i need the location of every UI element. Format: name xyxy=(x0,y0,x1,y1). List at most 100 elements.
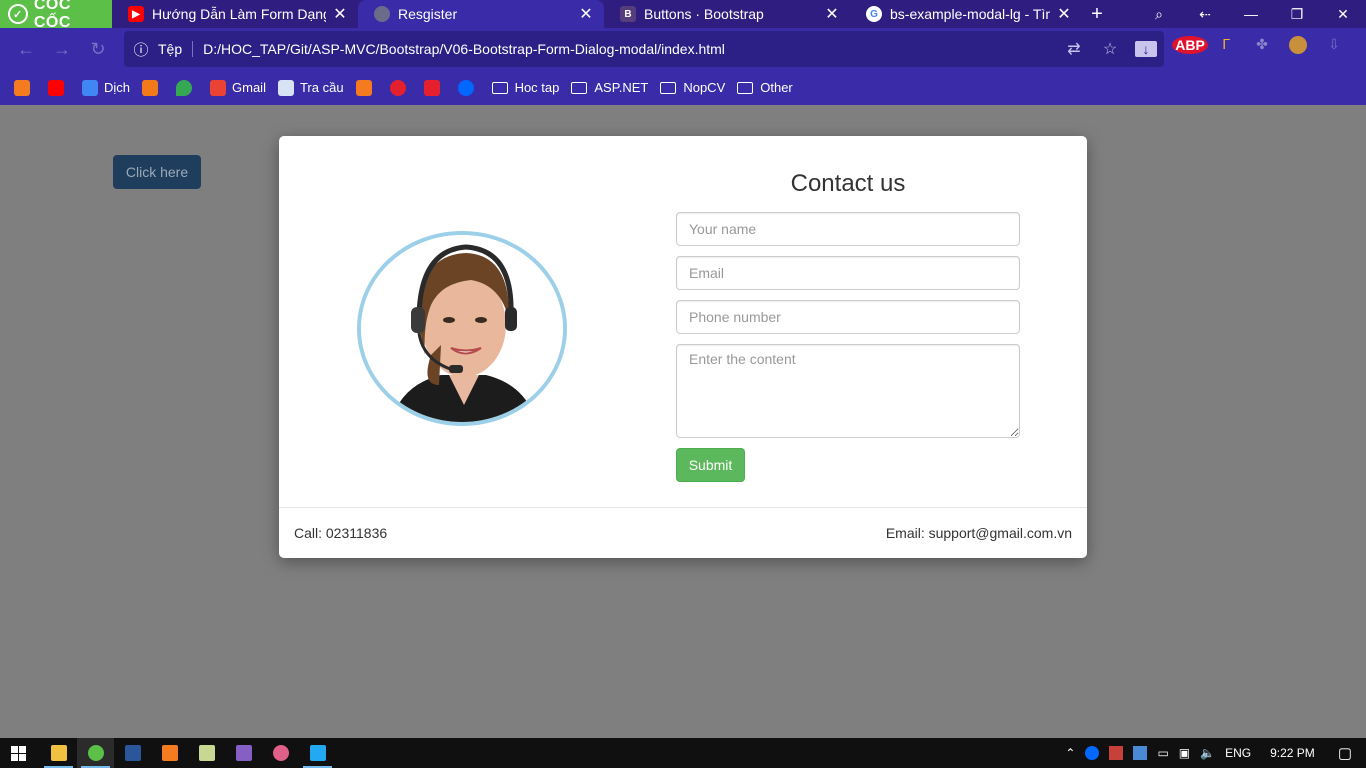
taskbar-notepad[interactable] xyxy=(188,738,225,768)
notification-icon[interactable]: ▢ xyxy=(1338,744,1352,762)
language-indicator[interactable]: ENG xyxy=(1225,746,1251,760)
system-tray: ⌃ ▭ ▣ 🔈 ENG 9:22 PM ▢ xyxy=(1060,744,1366,762)
play-icon xyxy=(142,79,159,96)
word-icon xyxy=(124,745,141,761)
open-modal-button[interactable]: Click here xyxy=(113,155,201,189)
window-controls: ⌕ ⇠ — ❐ ✕ xyxy=(1136,0,1366,28)
back-history-icon[interactable]: ⇠ xyxy=(1182,6,1228,23)
phone-input[interactable] xyxy=(676,300,1020,334)
tab-title: Resgister xyxy=(398,6,458,22)
bookmark-play[interactable] xyxy=(142,79,164,96)
page-viewport: Click here Contact us Your name Email Ph… xyxy=(0,105,1366,738)
tab-bootstrap-buttons[interactable]: B Buttons · Bootstrap ✕ xyxy=(604,0,850,28)
bookmarks-bar: Dịch Gmail Tra cầu Hoc tap ASP.NET NopCV… xyxy=(0,70,1366,105)
taskbar-file-explorer[interactable] xyxy=(40,738,77,768)
download-arrow-icon[interactable]: ↓ xyxy=(1135,41,1157,57)
url-text[interactable]: D:/HOC_TAP/Git/ASP-MVC/Bootstrap/V06-Boo… xyxy=(193,41,1056,57)
adblock-icon[interactable]: ABP xyxy=(1172,36,1208,57)
submit-button[interactable]: Submit xyxy=(676,448,745,482)
taskbar-coccoc[interactable] xyxy=(77,738,114,768)
back-arrow-icon[interactable]: ← xyxy=(8,39,44,60)
bookmark-zalo[interactable] xyxy=(457,79,480,96)
folder-label: ASP.NET xyxy=(594,80,649,95)
contact-modal: Contact us Submit Call: 02311836 Email: … xyxy=(279,136,1087,558)
tab-youtube[interactable]: ▶ Hướng Dẫn Làm Form Dạng ✕ xyxy=(112,0,358,28)
modal-title: Contact us xyxy=(790,170,906,197)
taskbar-app-orange[interactable] xyxy=(151,738,188,768)
reload-icon[interactable]: ↻ xyxy=(80,39,116,60)
plus-red-icon xyxy=(423,79,440,96)
download-icon[interactable]: ⇩ xyxy=(1316,36,1352,57)
bookmark-coccoc[interactable] xyxy=(14,79,36,96)
bookmark-plus[interactable] xyxy=(423,79,446,96)
tab-register[interactable]: Resgister ✕ xyxy=(358,0,604,28)
bookmark-maps[interactable] xyxy=(176,79,198,96)
folder-hoc-tap[interactable]: Hoc tap xyxy=(491,80,560,95)
folder-icon xyxy=(491,81,508,94)
coccoc-brand[interactable]: ✓ CỐC CỐC xyxy=(0,0,112,31)
windows-icon xyxy=(10,745,26,761)
info-icon[interactable]: ⓘ xyxy=(124,39,158,60)
lookup-icon xyxy=(277,79,294,96)
folder-other[interactable]: Other xyxy=(737,80,793,95)
taskbar-visual-studio[interactable] xyxy=(225,738,262,768)
bookmark-youtube[interactable] xyxy=(48,79,70,96)
tray-app-icon[interactable] xyxy=(1109,746,1124,760)
security-label: Tệp xyxy=(158,41,194,57)
taskbar-vscode[interactable] xyxy=(299,738,336,768)
bookmark-label: Tra cầu xyxy=(299,80,344,95)
tab-search-icon[interactable]: ⌕ xyxy=(1136,6,1182,23)
folder-aspnet[interactable]: ASP.NET xyxy=(571,80,648,95)
zalo-tray-icon[interactable] xyxy=(1085,746,1100,760)
tab-title: bs-example-modal-lg - Tìm t xyxy=(890,6,1050,22)
close-icon[interactable]: ✕ xyxy=(578,4,594,24)
tray-app-blue-icon[interactable] xyxy=(1133,746,1148,760)
content-textarea[interactable] xyxy=(676,344,1020,438)
start-button[interactable] xyxy=(0,745,36,761)
puzzle-icon[interactable]: ✤ xyxy=(1244,36,1280,57)
clock[interactable]: 9:22 PM xyxy=(1270,746,1315,760)
battery-icon[interactable]: ▭ xyxy=(1157,746,1168,760)
chevron-up-icon[interactable]: ⌃ xyxy=(1065,746,1075,760)
close-icon[interactable]: ✕ xyxy=(824,4,840,24)
bookmark-record[interactable] xyxy=(389,79,412,96)
bootstrap-icon: B xyxy=(620,6,636,22)
app-orange-icon xyxy=(161,745,178,761)
profile-avatar-icon[interactable] xyxy=(1280,36,1316,57)
close-icon[interactable]: ✕ xyxy=(332,4,348,24)
avatar-circle xyxy=(357,231,567,426)
bookmark-translate[interactable]: Dịch xyxy=(82,79,130,96)
name-input[interactable] xyxy=(676,212,1020,246)
bookmark-search[interactable] xyxy=(355,79,378,96)
volume-icon[interactable]: 🔈 xyxy=(1200,746,1215,760)
notepad-icon xyxy=(198,745,215,761)
bookmark-gmail[interactable]: Gmail xyxy=(210,79,266,96)
extension-t-icon[interactable]: ᒥ xyxy=(1208,36,1244,57)
network-icon[interactable]: ▣ xyxy=(1179,746,1190,760)
folder-label: Hoc tap xyxy=(514,80,560,95)
close-icon[interactable]: ✕ xyxy=(1056,4,1072,24)
folder-nopcv[interactable]: NopCV xyxy=(660,80,725,95)
extensions-area: ABP ᒥ ✤ ⇩ xyxy=(1172,36,1352,57)
restore-button[interactable]: ❐ xyxy=(1274,6,1320,23)
modal-footer: Call: 02311836 Email: support@gmail.com.… xyxy=(279,507,1087,558)
address-bar[interactable]: ⓘ Tệp D:/HOC_TAP/Git/ASP-MVC/Bootstrap/V… xyxy=(124,31,1164,67)
forward-arrow-icon[interactable]: → xyxy=(44,39,80,60)
email-input[interactable] xyxy=(676,256,1020,290)
folder-icon xyxy=(50,745,67,761)
new-tab-button[interactable]: + xyxy=(1082,0,1112,28)
bookmark-lookup[interactable]: Tra cầu xyxy=(277,79,344,96)
google-icon: G xyxy=(866,6,882,22)
tab-google-search[interactable]: G bs-example-modal-lg - Tìm t ✕ xyxy=(850,0,1082,28)
visual-studio-icon xyxy=(235,745,252,761)
close-window-button[interactable]: ✕ xyxy=(1320,6,1366,23)
taskbar-word[interactable] xyxy=(114,738,151,768)
bookmark-star-icon[interactable]: ☆ xyxy=(1092,39,1128,59)
youtube-icon: ▶ xyxy=(128,6,144,22)
tab-title: Buttons · Bootstrap xyxy=(644,6,764,22)
translate-icon[interactable]: ⇄ xyxy=(1056,39,1092,59)
globe-icon xyxy=(374,6,390,22)
minimize-button[interactable]: — xyxy=(1228,6,1274,22)
taskbar-app-pink[interactable] xyxy=(262,738,299,768)
folder-icon xyxy=(660,81,677,94)
